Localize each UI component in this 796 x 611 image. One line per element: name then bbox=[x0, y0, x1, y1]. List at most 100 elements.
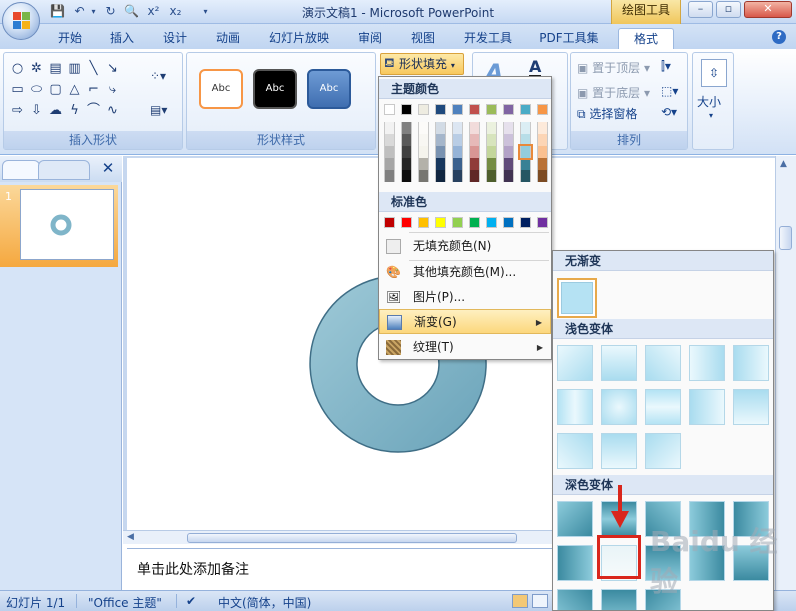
light-gradient-option[interactable] bbox=[733, 389, 769, 425]
down-arrow-shape-icon[interactable]: ⇩ bbox=[29, 103, 44, 118]
theme-color-swatch[interactable] bbox=[503, 104, 514, 115]
spellcheck-icon[interactable]: ✔ bbox=[186, 594, 196, 608]
gear-shape-icon[interactable]: ✲ bbox=[29, 61, 44, 76]
theme-shade-swatch[interactable] bbox=[469, 134, 480, 146]
theme-color-swatch[interactable] bbox=[452, 104, 463, 115]
tab-animations[interactable]: 动画 bbox=[208, 28, 248, 49]
theme-color-swatch[interactable] bbox=[401, 104, 412, 115]
rounded-rect-icon[interactable]: ▢ bbox=[48, 82, 63, 97]
theme-shade-swatch[interactable] bbox=[435, 158, 446, 170]
theme-shade-swatch[interactable] bbox=[401, 158, 412, 170]
maximize-button[interactable]: ▫ bbox=[716, 1, 741, 18]
vertical-textbox-icon[interactable]: ▥ bbox=[67, 61, 82, 76]
horizontal-scrollbar[interactable]: ◀ bbox=[123, 530, 553, 544]
tab-review[interactable]: 审阅 bbox=[350, 28, 390, 49]
shape-style-black[interactable]: Abc bbox=[253, 69, 297, 109]
light-gradient-option[interactable] bbox=[557, 389, 593, 425]
dark-gradient-option[interactable] bbox=[557, 545, 593, 581]
tab-view[interactable]: 视图 bbox=[403, 28, 443, 49]
size-icon[interactable]: ⇳ bbox=[701, 59, 727, 87]
theme-shade-swatch[interactable] bbox=[452, 158, 463, 170]
light-gradient-option[interactable] bbox=[689, 345, 725, 381]
no-gradient-option[interactable] bbox=[557, 278, 597, 318]
close-pane-icon[interactable]: ✕ bbox=[100, 160, 116, 176]
theme-shade-swatch[interactable] bbox=[520, 170, 531, 182]
right-arrow-shape-icon[interactable]: ⇨ bbox=[10, 103, 25, 118]
standard-color-swatch[interactable] bbox=[384, 217, 395, 228]
theme-shade-swatch[interactable] bbox=[452, 134, 463, 146]
tab-slideshow[interactable]: 幻灯片放映 bbox=[262, 28, 336, 49]
theme-shade-swatch[interactable] bbox=[384, 170, 395, 182]
standard-color-swatch[interactable] bbox=[452, 217, 463, 228]
theme-shade-swatch[interactable] bbox=[537, 122, 548, 134]
curve-shape-icon[interactable]: ⌒ bbox=[86, 103, 101, 118]
shape-style-blue[interactable]: Abc bbox=[307, 69, 351, 109]
normal-view-icon[interactable] bbox=[512, 594, 528, 608]
slides-tab[interactable] bbox=[2, 160, 40, 180]
theme-color-swatch[interactable] bbox=[469, 104, 480, 115]
theme-shade-swatch[interactable] bbox=[384, 134, 395, 146]
triangle-shape-icon[interactable]: △ bbox=[67, 82, 82, 97]
light-gradient-option[interactable] bbox=[601, 345, 637, 381]
standard-color-swatch[interactable] bbox=[503, 217, 514, 228]
dark-gradient-option[interactable] bbox=[601, 589, 637, 610]
rectangle-shape-icon[interactable]: ▭ bbox=[10, 82, 25, 97]
theme-color-swatch[interactable] bbox=[418, 104, 429, 115]
theme-shade-swatch[interactable] bbox=[503, 146, 514, 158]
theme-shade-swatch[interactable] bbox=[384, 122, 395, 134]
theme-shade-swatch[interactable] bbox=[537, 146, 548, 158]
scroll-left-icon[interactable]: ◀ bbox=[127, 532, 134, 542]
dark-gradient-option[interactable] bbox=[557, 501, 593, 537]
slide-thumbnail-item[interactable]: 1 bbox=[0, 185, 118, 267]
tab-format[interactable]: 格式 bbox=[618, 28, 674, 49]
theme-shade-swatch[interactable] bbox=[418, 134, 429, 146]
standard-color-swatch[interactable] bbox=[486, 217, 497, 228]
standard-color-swatch[interactable] bbox=[418, 217, 429, 228]
theme-shade-swatch[interactable] bbox=[452, 122, 463, 134]
standard-color-swatch[interactable] bbox=[520, 217, 531, 228]
theme-shade-swatch[interactable] bbox=[418, 146, 429, 158]
theme-shade-swatch[interactable] bbox=[401, 170, 412, 182]
texture-menu-item[interactable]: 纹理(T) ▶ bbox=[379, 335, 551, 360]
dark-gradient-option[interactable] bbox=[557, 589, 593, 610]
light-gradient-option[interactable] bbox=[645, 345, 681, 381]
help-icon[interactable]: ? bbox=[772, 30, 786, 44]
align-icon[interactable]: ⫿▾ bbox=[661, 59, 671, 74]
light-gradient-option[interactable] bbox=[645, 433, 681, 469]
theme-shade-swatch[interactable] bbox=[518, 144, 533, 160]
minimize-button[interactable]: – bbox=[688, 1, 713, 18]
group-objects-icon[interactable]: ⬚▾ bbox=[661, 84, 678, 98]
tab-design[interactable]: 设计 bbox=[155, 28, 195, 49]
send-to-back-button[interactable]: ▣ 置于底层 ▾ bbox=[577, 84, 650, 101]
cloud-shape-icon[interactable]: ☁ bbox=[48, 103, 63, 118]
tab-pdf-tools[interactable]: PDF工具集 bbox=[532, 28, 606, 49]
theme-shade-swatch[interactable] bbox=[503, 134, 514, 146]
lightning-shape-icon[interactable]: ϟ bbox=[67, 103, 82, 118]
theme-shade-swatch[interactable] bbox=[384, 146, 395, 158]
scroll-up-icon[interactable]: ▲ bbox=[780, 159, 787, 169]
theme-shade-swatch[interactable] bbox=[520, 134, 531, 146]
theme-shade-swatch[interactable] bbox=[537, 134, 548, 146]
size-dropdown-icon[interactable]: ▾ bbox=[709, 111, 713, 120]
slide-thumbnail[interactable] bbox=[20, 189, 114, 260]
oval-shape-icon[interactable]: ○ bbox=[10, 61, 25, 76]
theme-shade-swatch[interactable] bbox=[435, 134, 446, 146]
theme-shade-swatch[interactable] bbox=[418, 158, 429, 170]
rotate-icon[interactable]: ⟲▾ bbox=[661, 105, 677, 119]
theme-shade-swatch[interactable] bbox=[452, 146, 463, 158]
theme-shade-swatch[interactable] bbox=[469, 122, 480, 134]
light-gradient-option[interactable] bbox=[689, 389, 725, 425]
light-gradient-option[interactable] bbox=[601, 389, 637, 425]
light-gradient-option[interactable] bbox=[601, 433, 637, 469]
notes-pane[interactable]: 单击此处添加备注 bbox=[127, 548, 553, 588]
textbox-shape-icon[interactable]: ▤ bbox=[48, 61, 63, 76]
light-gradient-option[interactable] bbox=[557, 345, 593, 381]
tab-developer[interactable]: 开发工具 bbox=[458, 28, 518, 49]
tab-home[interactable]: 开始 bbox=[50, 28, 90, 49]
theme-shade-swatch[interactable] bbox=[486, 146, 497, 158]
theme-shade-swatch[interactable] bbox=[486, 158, 497, 170]
selection-pane-button[interactable]: ⧉ 选择窗格 bbox=[577, 105, 637, 122]
standard-color-swatch[interactable] bbox=[401, 217, 412, 228]
size-button[interactable]: 大小 bbox=[697, 93, 721, 110]
close-button[interactable]: ✕ bbox=[744, 1, 792, 18]
